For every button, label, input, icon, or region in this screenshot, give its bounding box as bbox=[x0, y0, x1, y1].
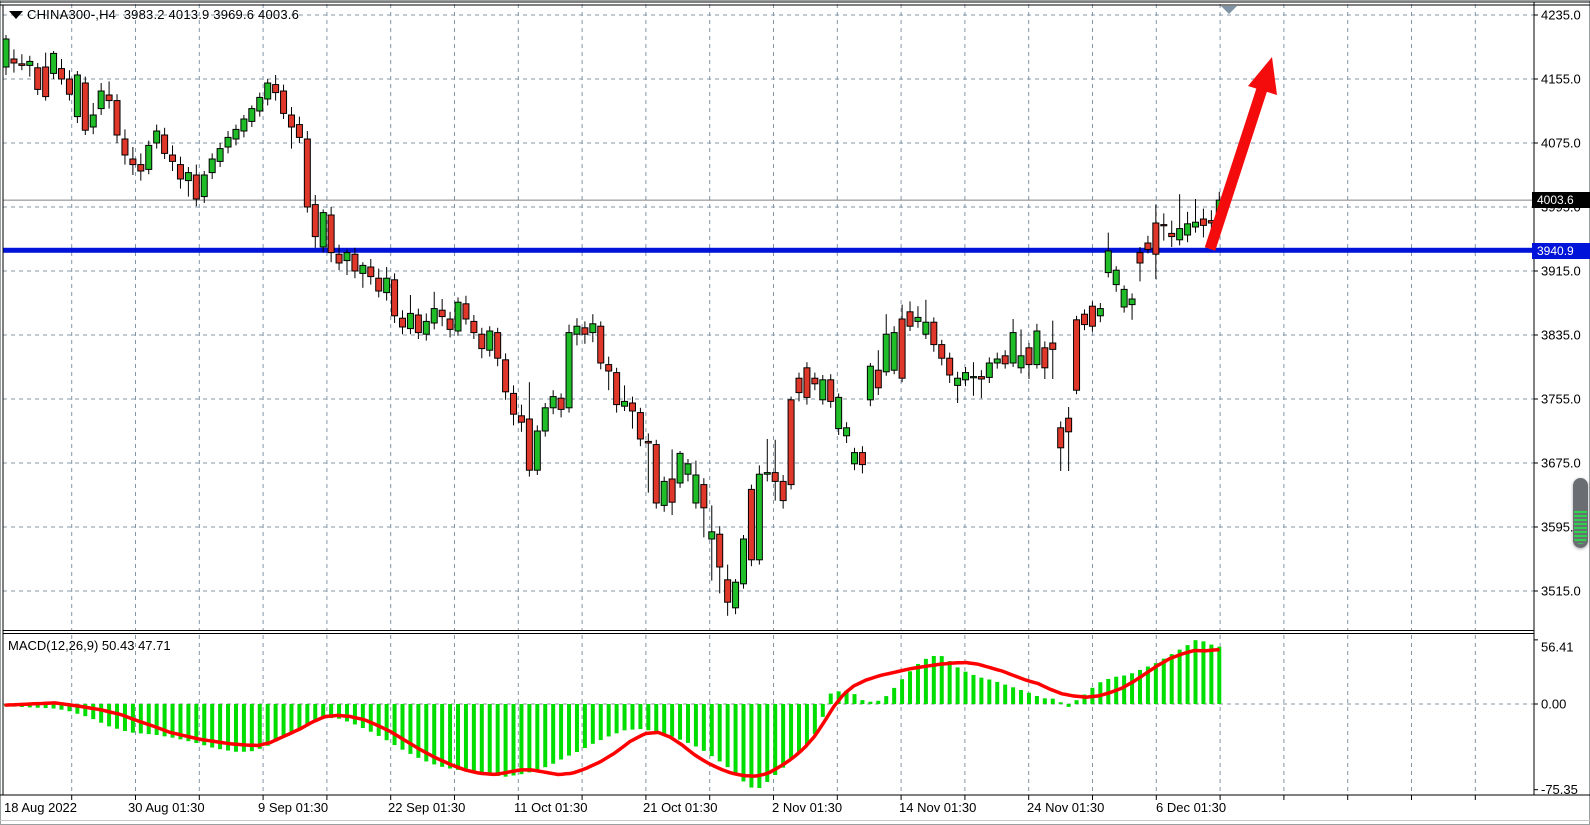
svg-text:-75.35: -75.35 bbox=[1541, 782, 1578, 797]
svg-text:3675.0: 3675.0 bbox=[1541, 456, 1581, 471]
svg-text:14 Nov 01:30: 14 Nov 01:30 bbox=[899, 800, 976, 815]
chart-canvas[interactable]: 4235.04155.04075.03995.03915.03835.03755… bbox=[0, 0, 1590, 825]
candles bbox=[3, 35, 1222, 616]
svg-text:0.00: 0.00 bbox=[1541, 697, 1566, 712]
svg-text:56.41: 56.41 bbox=[1541, 640, 1574, 655]
svg-text:2 Nov 01:30: 2 Nov 01:30 bbox=[772, 800, 842, 815]
svg-text:30 Aug 01:30: 30 Aug 01:30 bbox=[128, 800, 205, 815]
svg-text:4155.0: 4155.0 bbox=[1541, 72, 1581, 87]
svg-text:22 Sep 01:30: 22 Sep 01:30 bbox=[388, 800, 465, 815]
svg-text:3755.0: 3755.0 bbox=[1541, 392, 1581, 407]
support-hline-blue[interactable] bbox=[3, 248, 1534, 253]
scroll-widget-stripes-icon bbox=[1574, 511, 1587, 544]
macd-axis-labels[interactable]: 56.41 0.00 -75.35 bbox=[1534, 640, 1578, 798]
svg-text:9 Sep 01:30: 9 Sep 01:30 bbox=[258, 800, 328, 815]
time-axis-labels[interactable]: 18 Aug 2022 30 Aug 01:30 9 Sep 01:30 22 Sep… bbox=[4, 800, 1226, 815]
svg-text:3835.0: 3835.0 bbox=[1541, 328, 1581, 343]
mt4-chart-window: 4235.04155.04075.03995.03915.03835.03755… bbox=[0, 0, 1590, 825]
hline-price-tag: 3940.9 bbox=[1532, 243, 1590, 259]
macd-histogram bbox=[4, 640, 1221, 788]
svg-text:21 Oct 01:30: 21 Oct 01:30 bbox=[643, 800, 717, 815]
current-price-tag: 4003.6 bbox=[1532, 192, 1590, 208]
svg-text:3515.0: 3515.0 bbox=[1541, 584, 1581, 599]
svg-text:11 Oct 01:30: 11 Oct 01:30 bbox=[514, 800, 587, 815]
svg-text:4075.0: 4075.0 bbox=[1541, 136, 1581, 151]
time-marker-icon bbox=[1221, 6, 1237, 14]
svg-text:3915.0: 3915.0 bbox=[1541, 264, 1581, 279]
macd-indicator-label: MACD(12,26,9) 50.43 47.71 bbox=[8, 638, 171, 653]
svg-text:4235.0: 4235.0 bbox=[1541, 8, 1581, 23]
chart-title-ohlc: CHINA300-,H4 3983.2 4013.9 3969.6 4003.6 bbox=[27, 7, 299, 22]
svg-text:6 Dec 01:30: 6 Dec 01:30 bbox=[1156, 800, 1226, 815]
svg-text:24 Nov 01:30: 24 Nov 01:30 bbox=[1027, 800, 1104, 815]
overlay-scroll-widget[interactable] bbox=[1573, 478, 1588, 548]
svg-text:18 Aug 2022: 18 Aug 2022 bbox=[4, 800, 77, 815]
symbol-dropdown-icon[interactable] bbox=[9, 11, 23, 19]
